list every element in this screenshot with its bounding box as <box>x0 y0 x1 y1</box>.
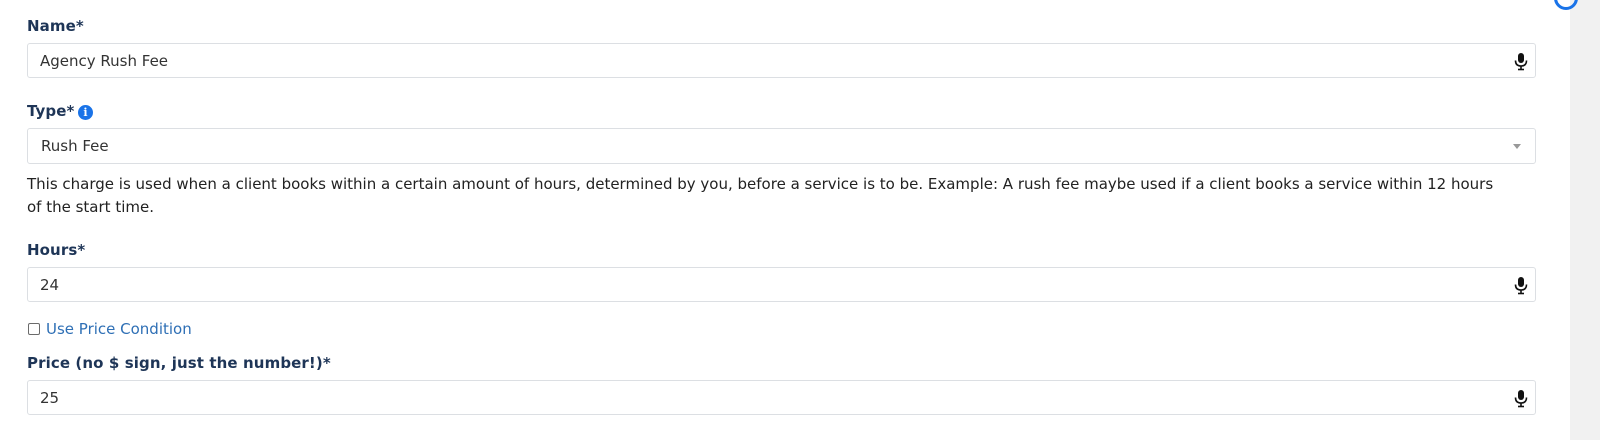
info-icon[interactable]: i <box>78 105 93 120</box>
microphone-icon[interactable] <box>1511 51 1531 71</box>
type-label: Type* <box>27 102 75 120</box>
hours-input-value: 24 <box>40 276 60 294</box>
price-condition-checkbox[interactable] <box>28 323 40 335</box>
name-input[interactable]: Agency Rush Fee <box>27 43 1536 78</box>
caret-down-icon <box>1513 144 1521 149</box>
vertical-scrollbar[interactable] <box>1570 0 1600 440</box>
type-select[interactable]: Rush Fee <box>27 128 1536 164</box>
price-input[interactable]: 25 <box>27 380 1536 415</box>
microphone-icon[interactable] <box>1511 275 1531 295</box>
hours-label: Hours* <box>27 241 86 259</box>
hours-input[interactable]: 24 <box>27 267 1536 302</box>
microphone-icon[interactable] <box>1511 388 1531 408</box>
name-label: Name* <box>27 17 84 35</box>
price-label: Price (no $ sign, just the number!)* <box>27 354 331 372</box>
page: Name* Agency Rush Fee Type* i Rush Fee T… <box>0 0 1600 440</box>
type-help-text: This charge is used when a client books … <box>27 175 1494 216</box>
price-input-value: 25 <box>40 389 60 407</box>
price-condition-label[interactable]: Use Price Condition <box>46 320 192 338</box>
name-input-value: Agency Rush Fee <box>40 52 169 70</box>
type-select-value: Rush Fee <box>41 137 109 155</box>
